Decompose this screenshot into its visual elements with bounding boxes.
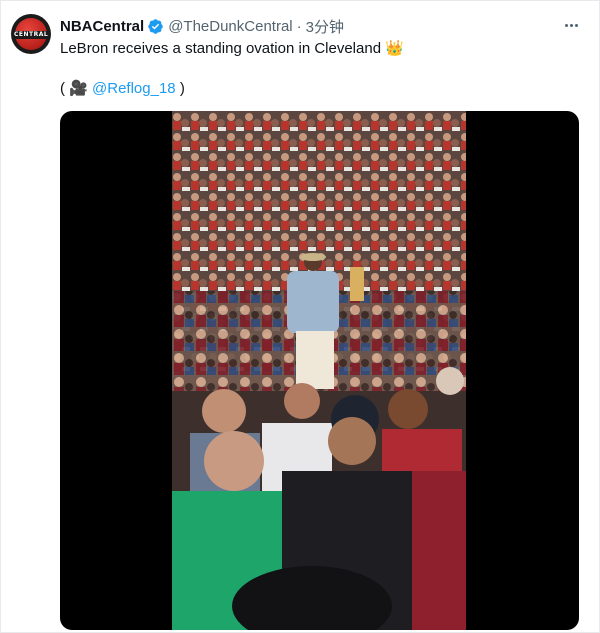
- tweet-time[interactable]: 3分钟: [306, 16, 344, 37]
- author-handle[interactable]: @TheDunkCentral: [168, 18, 292, 35]
- avatar-logo-text: CENTRAL: [14, 31, 49, 39]
- credit-open-paren: (: [60, 80, 65, 97]
- crowd-scene: [172, 111, 466, 630]
- verified-badge-icon: [148, 18, 163, 34]
- video-player[interactable]: [60, 111, 579, 630]
- crown-emoji-icon: 👑: [385, 40, 404, 57]
- tweet-header: NBACentral @TheDunkCentral · 3分钟: [60, 16, 344, 36]
- video-camera-icon: 🎥: [69, 80, 88, 97]
- header-separator: ·: [296, 17, 302, 35]
- tweet-body: LeBron receives a standing ovation in Cl…: [60, 40, 382, 57]
- tweet-credit: ( 🎥 @Reflog_18 ): [60, 79, 185, 99]
- tweet-text: LeBron receives a standing ovation in Cl…: [60, 39, 404, 59]
- more-options-icon[interactable]: [561, 17, 581, 33]
- video-frame[interactable]: [172, 111, 466, 630]
- credit-close-paren: ): [179, 80, 185, 97]
- avatar[interactable]: CENTRAL: [11, 14, 51, 54]
- credit-link[interactable]: @Reflog_18: [92, 80, 176, 97]
- author-name[interactable]: NBACentral: [60, 18, 144, 35]
